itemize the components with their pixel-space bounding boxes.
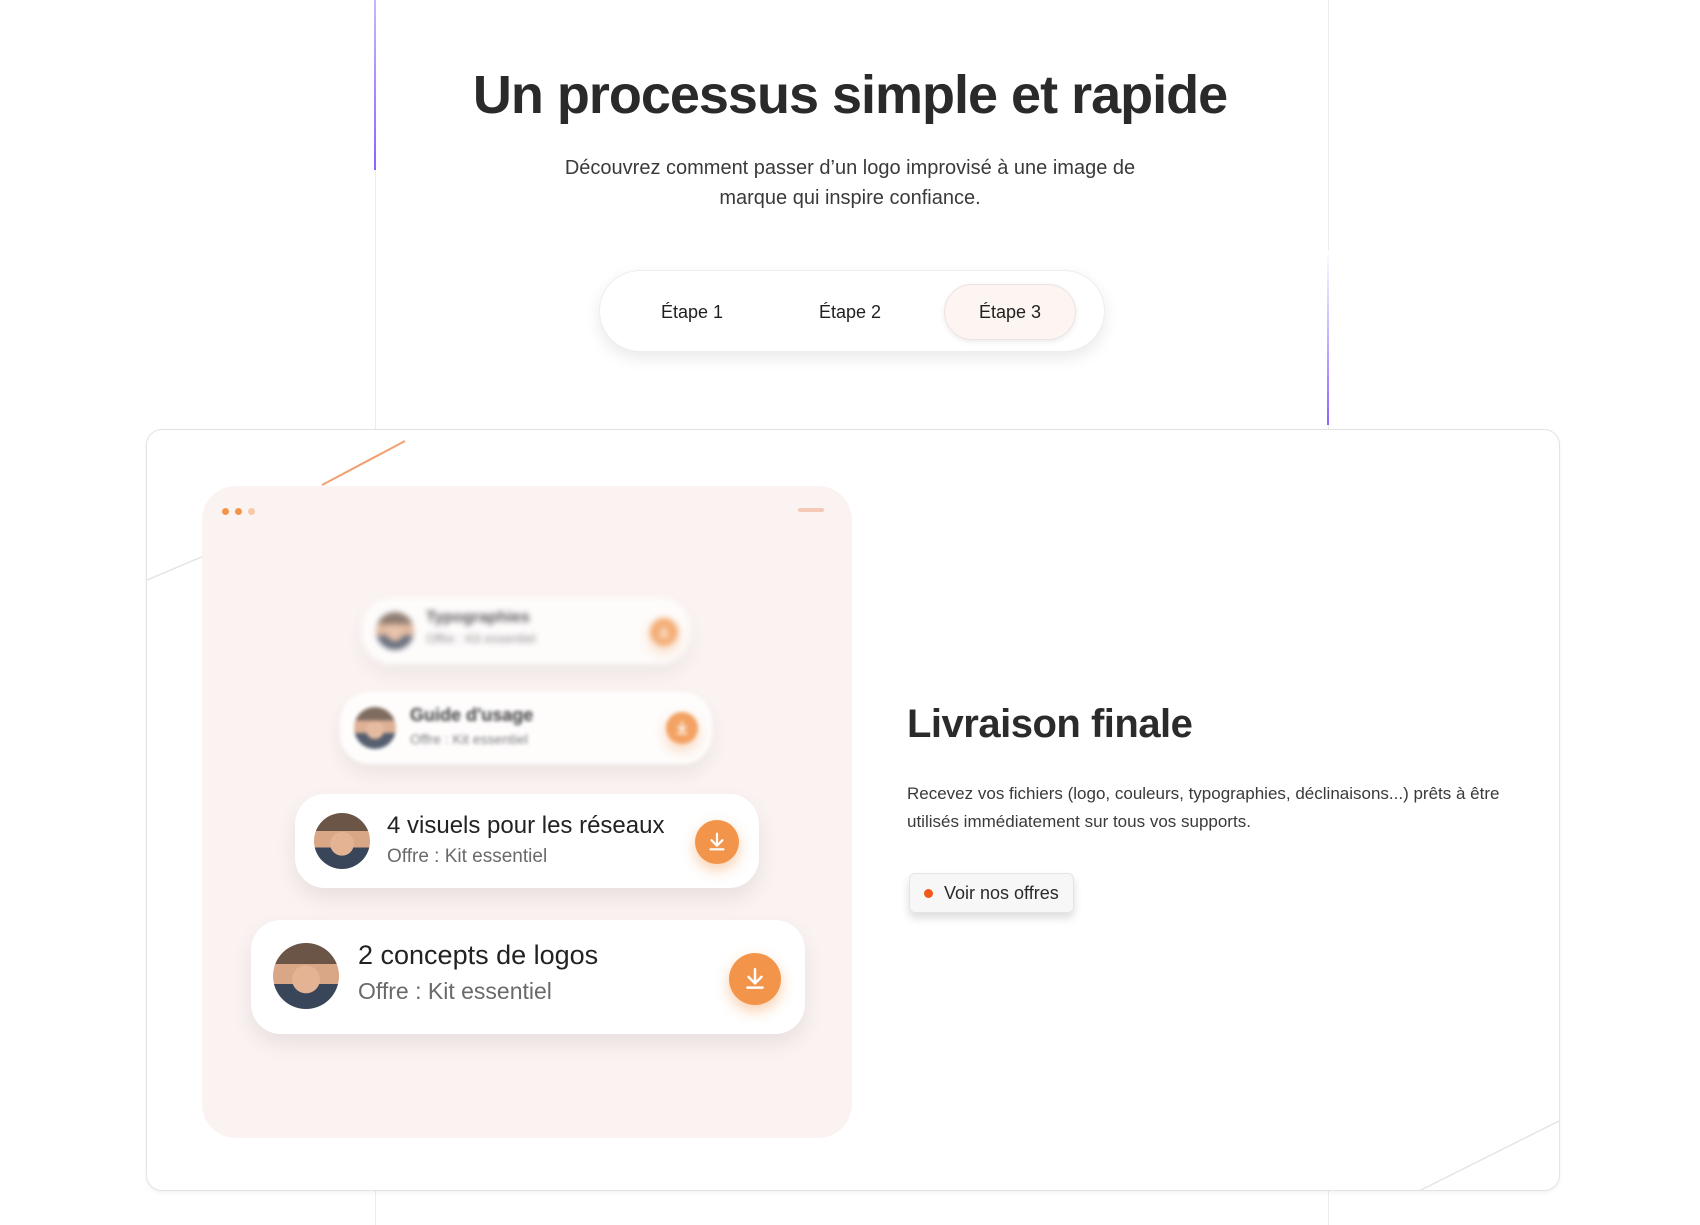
download-icon[interactable] — [695, 820, 739, 864]
avatar — [376, 612, 414, 650]
download-icon[interactable] — [729, 953, 781, 1005]
page: Un processus simple et rapide Découvrez … — [0, 0, 1700, 1225]
deliverable-offer: Offre : Kit essentiel — [387, 846, 548, 867]
subtitle-line-1: Découvrez comment passer d’un logo impro… — [564, 157, 1136, 179]
deliverable-offer: Offre : Kit essentiel — [358, 978, 552, 1004]
tab-step-2[interactable]: Étape 2 — [784, 284, 916, 340]
tab-step-3[interactable]: Étape 3 — [944, 284, 1076, 340]
download-icon[interactable] — [650, 618, 678, 646]
deliverable-item: Typographies Offre : Kit essentiel — [362, 598, 690, 664]
avatar — [273, 943, 339, 1009]
deliverable-name: 2 concepts de logos — [358, 940, 599, 970]
see-offers-label: Voir nos offres — [944, 882, 1059, 903]
avatar — [314, 813, 370, 869]
step-tabs: Étape 1 Étape 2 Étape 3 — [599, 270, 1105, 352]
step-card: Typographies Offre : Kit essentiel Guide… — [146, 429, 1560, 1191]
see-offers-button[interactable]: Voir nos offres — [909, 873, 1074, 913]
deliverable-item: 2 concepts de logos Offre : Kit essentie… — [251, 920, 805, 1034]
deliverable-item: 4 visuels pour les réseaux Offre : Kit e… — [295, 794, 759, 888]
download-icon[interactable] — [666, 712, 698, 744]
deliverables-mockup: Typographies Offre : Kit essentiel Guide… — [202, 486, 852, 1138]
tab-step-1[interactable]: Étape 1 — [626, 284, 758, 340]
deliverable-item: Guide d'usage Offre : Kit essentiel — [340, 692, 712, 764]
section-heading: Livraison finale — [907, 702, 1193, 746]
deliverable-offer: Offre : Kit essentiel — [410, 731, 529, 747]
bullet-dot — [924, 889, 933, 898]
subtitle-line-2: marque qui inspire confiance. — [719, 187, 981, 209]
deliverable-name: Guide d'usage — [410, 705, 534, 725]
page-subtitle: Découvrez comment passer d’un logo impro… — [550, 153, 1150, 213]
deliverable-offer: Offre : Kit essentiel — [426, 631, 536, 646]
avatar — [354, 707, 396, 749]
section-description: Recevez vos fichiers (logo, couleurs, ty… — [907, 784, 1500, 831]
deliverable-name: 4 visuels pour les réseaux — [387, 812, 665, 839]
deliverable-name: Typographies — [426, 609, 530, 626]
window-dash — [798, 508, 824, 512]
page-title: Un processus simple et rapide — [472, 65, 1228, 125]
window-dots — [222, 508, 255, 515]
